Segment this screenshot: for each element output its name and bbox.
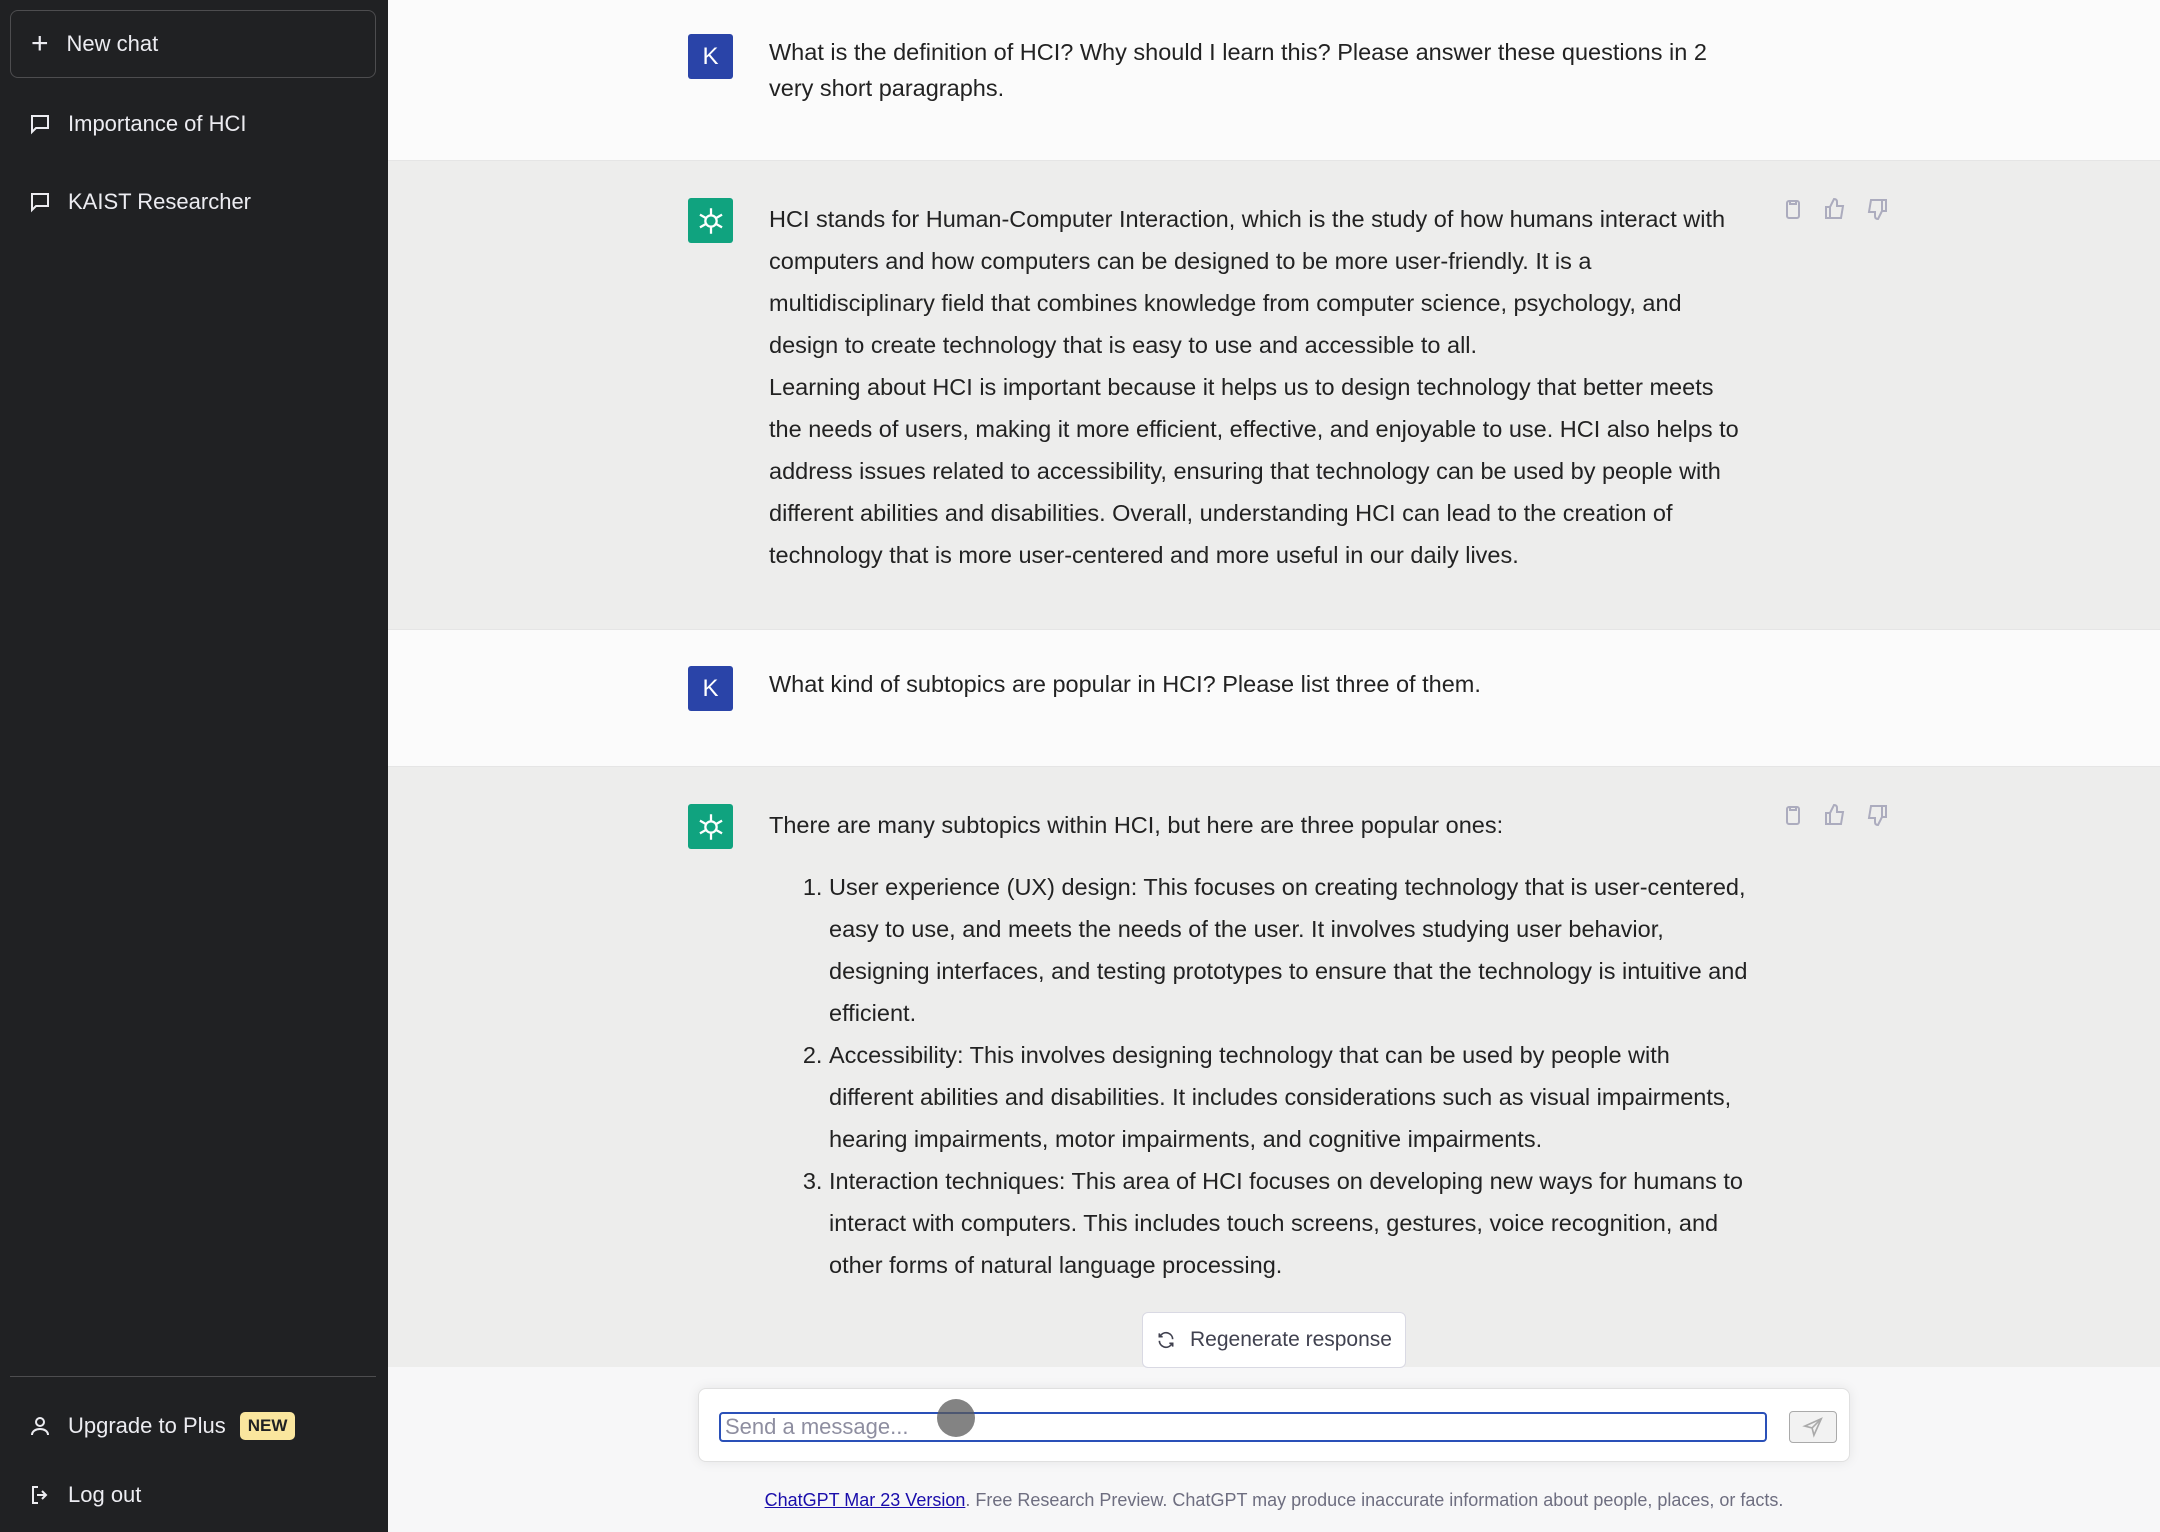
assistant-message-row: There are many subtopics within HCI, but… xyxy=(388,767,2160,1367)
subtopic-list: User experience (UX) design: This focuse… xyxy=(829,866,1749,1286)
thumbs-up-icon[interactable] xyxy=(1823,197,1847,221)
message-actions xyxy=(1781,197,1889,221)
message-actions xyxy=(1781,803,1889,827)
upgrade-to-plus-button[interactable]: Upgrade to Plus NEW xyxy=(10,1396,376,1456)
clipboard-icon[interactable] xyxy=(1781,803,1805,827)
thumbs-up-icon[interactable] xyxy=(1823,803,1847,827)
paragraph: There are many subtopics within HCI, but… xyxy=(769,812,1504,838)
sidebar-item-importance-of-hci[interactable]: Importance of HCI xyxy=(10,94,376,154)
chat-bubble-icon xyxy=(31,115,49,135)
chat-bubble-icon xyxy=(31,193,49,213)
upgrade-label: Upgrade to Plus xyxy=(68,1413,226,1438)
sidebar-item-label: KAIST Researcher xyxy=(68,189,252,214)
user-message-text: What kind of subtopics are popular in HC… xyxy=(769,671,1481,697)
list-item: Accessibility: This involves designing t… xyxy=(829,1034,1749,1160)
user-message-row: K What is the definition of HCI? Why sho… xyxy=(388,0,2160,161)
list-item: Interaction techniques: This area of HCI… xyxy=(829,1160,1749,1286)
assistant-message-row: HCI stands for Human-Computer Interactio… xyxy=(388,161,2160,630)
user-message-row: K What kind of subtopics are popular in … xyxy=(388,630,2160,767)
thumbs-down-icon[interactable] xyxy=(1865,803,1889,827)
openai-logo-icon xyxy=(688,198,733,243)
mouse-cursor-indicator xyxy=(937,1399,975,1437)
user-avatar: K xyxy=(688,34,733,79)
refresh-icon xyxy=(1158,1331,1174,1349)
user-message-text: What is the definition of HCI? Why shoul… xyxy=(769,39,1707,101)
sidebar: + New chat Importance of HCI KAIST Resea… xyxy=(0,0,388,1532)
user-avatar: K xyxy=(688,666,733,711)
footer-disclaimer: ChatGPT Mar 23 Version. Free Research Pr… xyxy=(388,1490,2160,1511)
paragraph: Learning about HCI is important because … xyxy=(769,374,1739,568)
list-item: User experience (UX) design: This focuse… xyxy=(829,866,1749,1034)
message-composer xyxy=(698,1388,1850,1462)
plus-icon: + xyxy=(31,27,49,60)
sidebar-divider xyxy=(10,1376,376,1377)
openai-logo-icon xyxy=(688,804,733,849)
send-button[interactable] xyxy=(1789,1411,1837,1443)
chat-main: K What is the definition of HCI? Why sho… xyxy=(388,0,2160,1532)
sidebar-item-label: Importance of HCI xyxy=(68,111,247,136)
paragraph: HCI stands for Human-Computer Interactio… xyxy=(769,206,1726,358)
new-badge: NEW xyxy=(239,1412,296,1440)
regenerate-label: Regenerate response xyxy=(1190,1328,1392,1351)
message-input[interactable] xyxy=(719,1412,1767,1442)
sidebar-item-kaist-researcher[interactable]: KAIST Researcher xyxy=(10,172,376,232)
new-chat-button[interactable]: + New chat xyxy=(10,10,376,78)
version-link[interactable]: ChatGPT Mar 23 Version xyxy=(765,1490,966,1510)
assistant-message-text: HCI stands for Human-Computer Interactio… xyxy=(769,198,1749,576)
thumbs-down-icon[interactable] xyxy=(1865,197,1889,221)
logout-icon xyxy=(32,1486,48,1504)
assistant-message-text: There are many subtopics within HCI, but… xyxy=(769,804,1749,1286)
clipboard-icon[interactable] xyxy=(1781,197,1805,221)
regenerate-response-button[interactable]: Regenerate response xyxy=(1142,1312,1406,1368)
footer-text: . Free Research Preview. ChatGPT may pro… xyxy=(965,1490,1784,1510)
user-icon xyxy=(31,1417,49,1436)
new-chat-label: New chat xyxy=(66,31,159,56)
logout-label: Log out xyxy=(68,1482,142,1507)
send-icon xyxy=(1802,1417,1823,1438)
logout-button[interactable]: Log out xyxy=(10,1465,376,1525)
